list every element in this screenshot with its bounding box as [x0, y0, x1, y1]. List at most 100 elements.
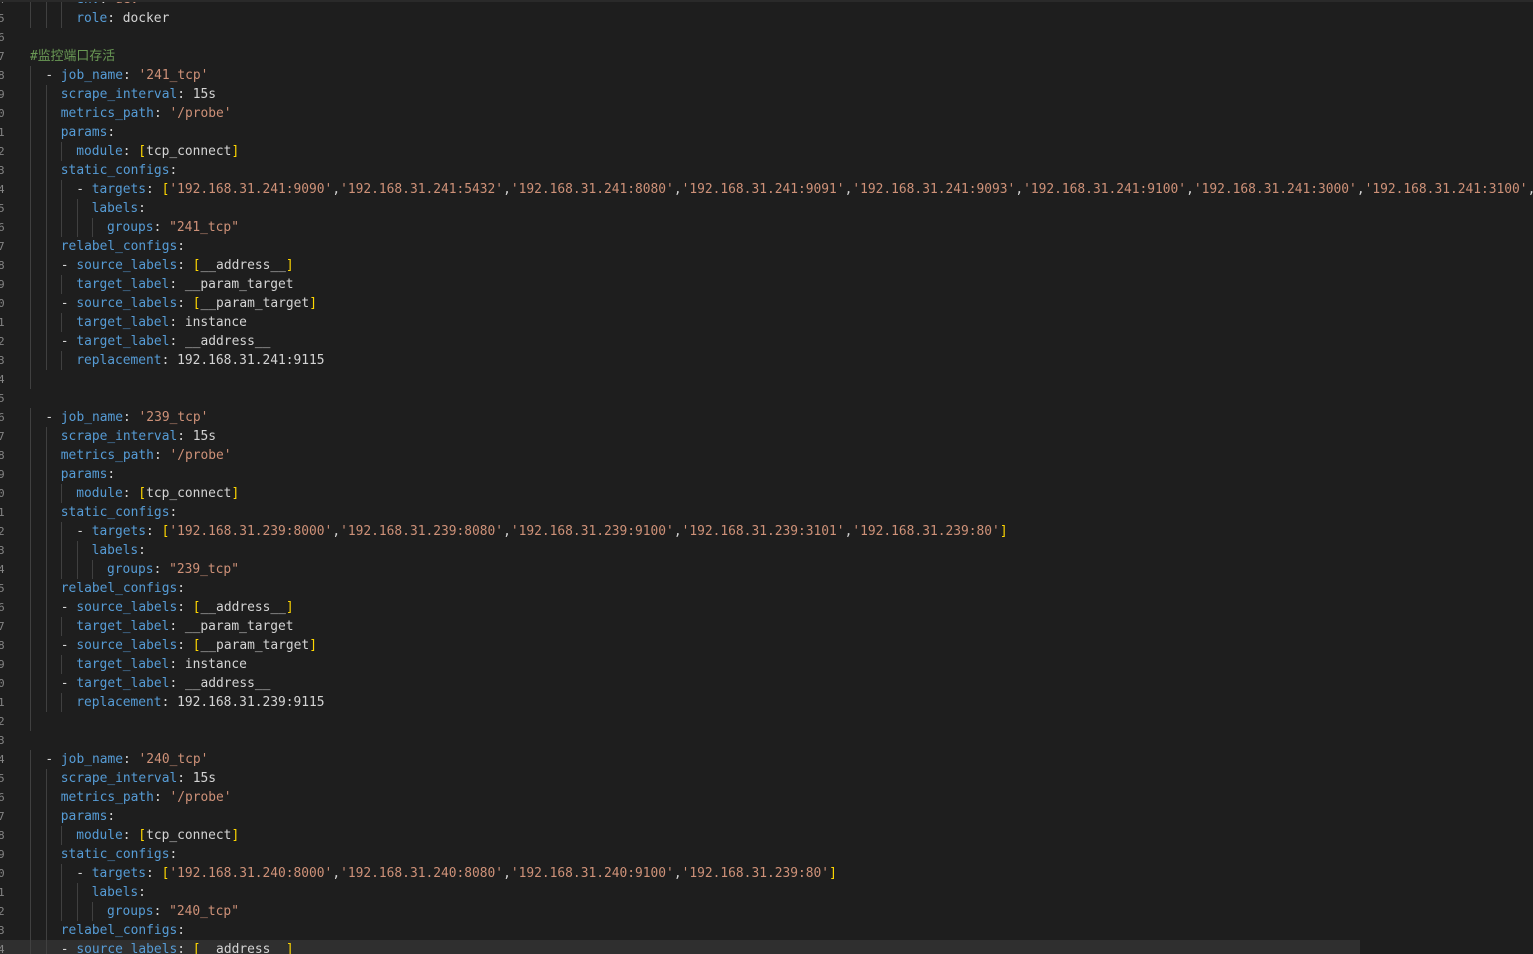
indent-guide: [30, 275, 31, 294]
code-line[interactable]: 5: [0, 389, 1533, 408]
code-text: role: docker: [76, 9, 169, 28]
code-line[interactable]: 2: [0, 712, 1533, 731]
token-punct: -: [60, 600, 77, 615]
code-line[interactable]: 5 relabel_configs:: [0, 579, 1533, 598]
code-line[interactable]: 7 params:: [0, 807, 1533, 826]
line-number: 1: [0, 886, 5, 899]
code-line[interactable]: 5 role: docker: [0, 9, 1533, 28]
code-line[interactable]: 3 replacement: 192.168.31.241:9115: [0, 351, 1533, 370]
indent-guide: [30, 636, 31, 655]
code-line[interactable]: 4 - targets: ['192.168.31.241:9090','192.…: [0, 180, 1533, 199]
code-line[interactable]: 4: [0, 370, 1533, 389]
code-line[interactable]: 4 groups: "239_tcp": [0, 560, 1533, 579]
indent-guide: [45, 180, 47, 199]
token-punct: :: [177, 87, 193, 102]
code-line[interactable]: 6 metrics_path: '/probe': [0, 788, 1533, 807]
token-punct: ,: [332, 866, 341, 881]
code-line[interactable]: 6 groups: "241_tcp": [0, 218, 1533, 237]
indent-guide: [45, 256, 47, 275]
code-line[interactable]: 0 - source_labels: [__param_target]: [0, 294, 1533, 313]
indent-guide: [61, 180, 62, 199]
code-line[interactable]: 1 params:: [0, 123, 1533, 142]
code-line[interactable]: 7 scrape_interval: 15s: [0, 427, 1533, 446]
token-key: params: [60, 467, 108, 482]
token-punct: ,: [673, 182, 682, 197]
token-punct: :: [153, 106, 170, 121]
indent-guide: [61, 560, 62, 579]
code-line[interactable]: 9 target_label: instance: [0, 655, 1533, 674]
token-str: '192.168.31.241:9093': [852, 182, 1016, 197]
indent-guide: [61, 693, 62, 712]
code-line[interactable]: 7 #监控端口存活: [0, 47, 1533, 66]
code-line[interactable]: 2 groups: "240_tcp": [0, 902, 1533, 921]
line-number: 5: [0, 772, 5, 785]
code-line[interactable]: 9 params:: [0, 465, 1533, 484]
current-code-line[interactable]: 4 - source_labels: [__address__]: [0, 940, 1533, 954]
code-line[interactable]: 1 target_label: instance: [0, 313, 1533, 332]
code-line[interactable]: 6 - job_name: '239_tcp': [0, 408, 1533, 427]
code-line[interactable]: 0 metrics_path: '/probe': [0, 104, 1533, 123]
code-line[interactable]: 5 labels:: [0, 199, 1533, 218]
code-line[interactable]: 9 target_label: __param_target: [0, 275, 1533, 294]
code-line[interactable]: 2 module: [tcp_connect]: [0, 142, 1533, 161]
code-line[interactable]: 1 labels:: [0, 883, 1533, 902]
token-plain: instance: [184, 315, 247, 330]
token-br: [: [192, 258, 201, 273]
indent-guide: [45, 123, 47, 142]
code-line[interactable]: 4 - job_name: '240_tcp': [0, 750, 1533, 769]
indent-guide: [76, 902, 78, 921]
code-line[interactable]: 0 - target_label: __address__: [0, 674, 1533, 693]
code-line[interactable]: 1 replacement: 192.168.31.239:9115: [0, 693, 1533, 712]
token-str: '192.168.31.239:3101': [681, 524, 845, 539]
code-line[interactable]: 8 metrics_path: '/probe': [0, 446, 1533, 465]
code-line[interactable]: 7 target_label: __param_target: [0, 617, 1533, 636]
token-key: relabel_configs: [60, 239, 178, 254]
code-line[interactable]: 5 scrape_interval: 15s: [0, 769, 1533, 788]
token-br: [: [138, 828, 147, 843]
code-line[interactable]: 2 - targets: ['192.168.31.239:8000','192.…: [0, 522, 1533, 541]
token-punct: :: [177, 429, 193, 444]
code-line[interactable]: 6: [0, 28, 1533, 47]
indent-guide: [30, 9, 31, 28]
token-key: source_labels: [76, 258, 178, 273]
code-line[interactable]: 7 relabel_configs:: [0, 237, 1533, 256]
token-str: '192.168.31.240:8000': [169, 866, 333, 881]
code-line[interactable]: 0 - targets: ['192.168.31.240:8000','192.…: [0, 864, 1533, 883]
code-line[interactable]: 8 - job_name: '241_tcp': [0, 66, 1533, 85]
token-key: module: [76, 486, 123, 501]
code-line[interactable]: 8 module: [tcp_connect]: [0, 826, 1533, 845]
code-line[interactable]: 3 relabel_configs:: [0, 921, 1533, 940]
token-plain: tcp_connect: [146, 828, 232, 843]
code-line[interactable]: 3 static_configs:: [0, 161, 1533, 180]
code-line[interactable]: 6 - source_labels: [__address__]: [0, 598, 1533, 617]
code-line[interactable]: 0 module: [tcp_connect]: [0, 484, 1533, 503]
indent-guide: [61, 902, 62, 921]
code-line[interactable]: 8 - source_labels: [__address__]: [0, 256, 1533, 275]
code-text: static_configs:: [61, 503, 177, 522]
token-punct: :: [169, 334, 185, 349]
token-punct: ,: [332, 182, 341, 197]
code-line[interactable]: 9 static_configs:: [0, 845, 1533, 864]
indent-guide: [45, 655, 47, 674]
line-number: 2: [0, 335, 5, 348]
code-line[interactable]: 8 - source_labels: [__param_target]: [0, 636, 1533, 655]
code-text: params:: [61, 807, 115, 826]
code-editor[interactable]: 4env: dev5role: docker67#监控端口存活8- job_na…: [0, 0, 1533, 954]
token-punct: :: [153, 448, 170, 463]
token-key: static_configs: [60, 847, 170, 862]
line-number: 8: [0, 449, 5, 462]
code-text: - source_labels: [__param_target]: [61, 294, 317, 313]
indent-guide: [30, 693, 31, 712]
line-number: 3: [0, 164, 5, 177]
code-line[interactable]: 1 static_configs:: [0, 503, 1533, 522]
code-line[interactable]: 3 labels:: [0, 541, 1533, 560]
line-number: 4: [0, 753, 5, 766]
token-punct: :: [122, 828, 139, 843]
code-line[interactable]: 3: [0, 731, 1533, 750]
indent-guide: [45, 332, 47, 351]
code-line[interactable]: 2 - target_label: __address__: [0, 332, 1533, 351]
token-punct: -: [45, 68, 61, 83]
token-punct: -: [45, 752, 61, 767]
token-str: '239_tcp': [138, 410, 209, 425]
code-line[interactable]: 9 scrape_interval: 15s: [0, 85, 1533, 104]
